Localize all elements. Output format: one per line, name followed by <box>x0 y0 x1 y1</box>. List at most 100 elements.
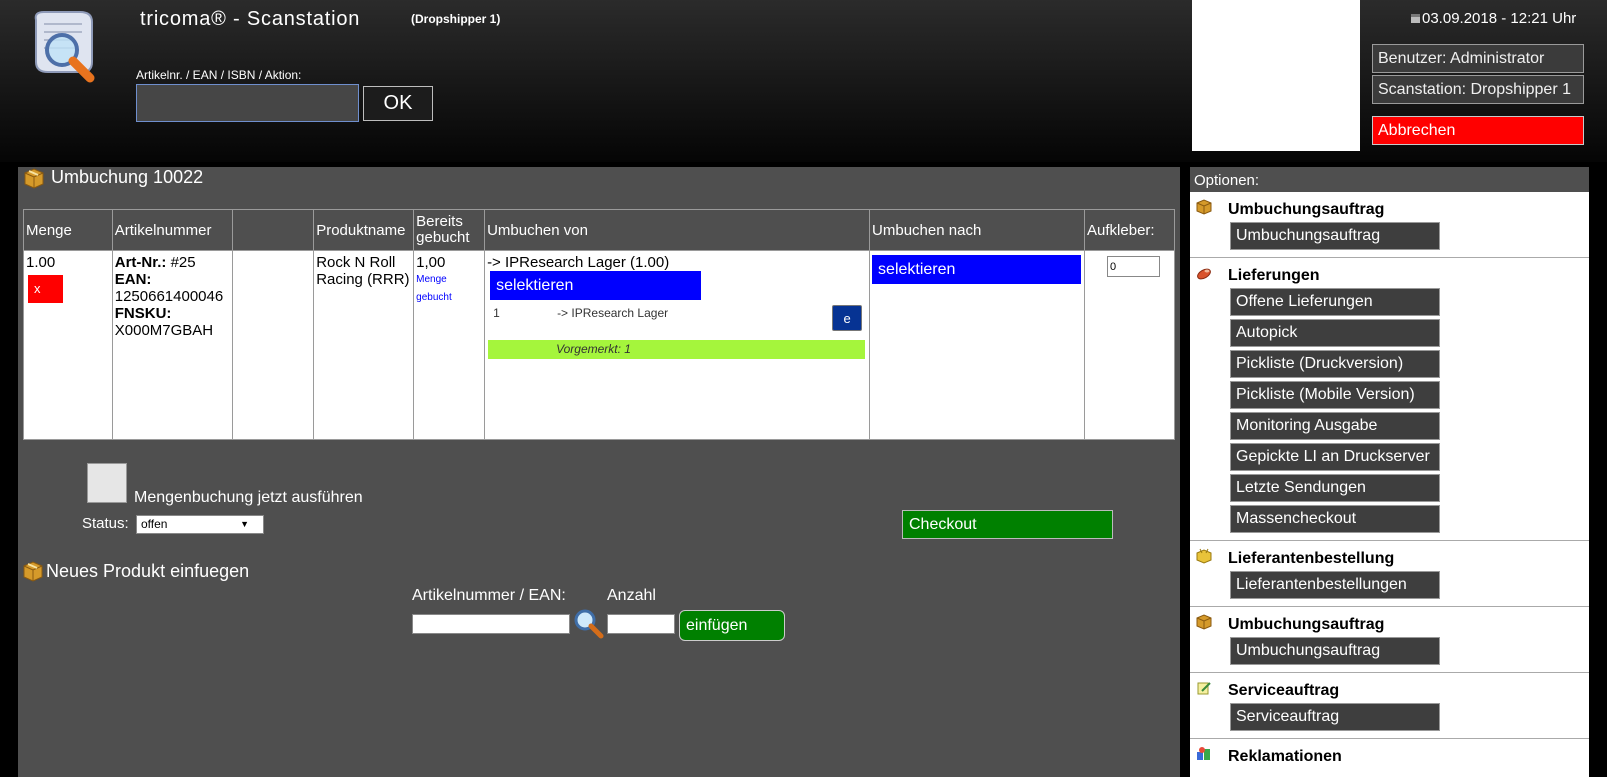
qty-input[interactable] <box>607 614 675 634</box>
option-monitoring[interactable]: Monitoring Ausgabe <box>1230 412 1440 440</box>
booking-title: Umbuchung 10022 <box>51 167 204 187</box>
delivery-icon <box>1197 268 1211 280</box>
new-product-title: Neues Produkt einfuegen <box>46 561 250 581</box>
scanstation-logo-icon <box>34 11 95 83</box>
options-section-service: Serviceauftrag Serviceauftrag <box>1190 673 1589 739</box>
search-icon[interactable] <box>572 607 604 639</box>
cell-qty: 1.00 x <box>23 250 113 440</box>
source-location: -> IPResearch Lager <box>557 306 669 320</box>
art-nr-label: Art-Nr.: <box>114 254 167 271</box>
cell-booked: 1,00 Menge gebucht <box>413 250 486 440</box>
option-picklist-print[interactable]: Pickliste (Druckversion) <box>1230 350 1440 378</box>
cell-sticker <box>1084 250 1175 440</box>
qty-input-label: Anzahl <box>607 587 656 604</box>
options-section-umbuchung: Umbuchungsauftrag Umbuchungsauftrag <box>1190 192 1589 258</box>
col-header-qty: Menge <box>23 209 113 251</box>
cell-article: Art-Nr.: #25 EAN: 1250661400046 FNSKU: X… <box>111 250 233 440</box>
options-sidebar: Optionen: Umbuchungsauftrag Umbuchungsau… <box>1190 167 1589 777</box>
col-header-sticker: Aufkleber: <box>1084 209 1175 251</box>
source-row: 1 -> IPResearch Lager e <box>487 305 867 340</box>
datetime-display: 03.09.2018 - 12:21 Uhr <box>1411 10 1576 27</box>
booked-value: 1,00 <box>416 254 446 271</box>
ean-label: EAN: <box>114 271 152 288</box>
header-bar: tricoma® - Scanstation (Dropshipper 1) A… <box>0 0 1607 162</box>
option-picklist-mobile[interactable]: Pickliste (Mobile Version) <box>1230 381 1440 409</box>
section-title: Umbuchungsauftrag <box>1228 201 1385 218</box>
options-header: Optionen: <box>1190 167 1589 192</box>
col-header-to: Umbuchen nach <box>869 209 1086 251</box>
section-title: Lieferantenbestellung <box>1228 550 1395 567</box>
art-nr-value: #25 <box>170 254 196 271</box>
options-section-reklamationen: Reklamationen <box>1190 739 1589 773</box>
cell-from: -> IPResearch Lager (1.00) selektieren 1… <box>484 250 871 440</box>
scan-input[interactable] <box>136 84 359 122</box>
cancel-button[interactable]: Abbrechen <box>1372 116 1584 145</box>
section-title: Umbuchungsauftrag <box>1228 616 1385 633</box>
article-input[interactable] <box>412 614 570 634</box>
ean-value: 1250661400046 <box>114 288 224 305</box>
fnsku-value: X000M7GBAH <box>114 322 214 339</box>
col-header-from: Umbuchen von <box>484 209 871 251</box>
select-to-button[interactable]: selektieren <box>872 255 1082 284</box>
package-icon <box>1196 199 1212 215</box>
section-title: Lieferungen <box>1228 267 1320 284</box>
delete-row-button[interactable]: x <box>28 275 63 303</box>
sticker-input[interactable] <box>1107 256 1161 277</box>
scan-input-label: Artikelnr. / EAN / ISBN / Aktion: <box>136 68 302 82</box>
station-info: Scanstation: Dropshipper 1 <box>1372 75 1584 104</box>
package-icon <box>23 561 43 582</box>
cell-to: selektieren <box>869 250 1086 440</box>
option-umbuchungsauftrag[interactable]: Umbuchungsauftrag <box>1230 222 1440 250</box>
options-section-lieferungen: Lieferungen Offene Lieferungen Autopick … <box>1190 258 1589 541</box>
supplier-order-icon <box>1196 548 1212 564</box>
ok-button[interactable]: OK <box>363 86 433 121</box>
qty-value: 1.00 <box>26 254 56 271</box>
insert-button[interactable]: einfügen <box>679 610 785 641</box>
edit-source-button[interactable]: e <box>832 305 863 331</box>
option-last-shipments[interactable]: Letzte Sendungen <box>1230 474 1440 502</box>
option-supplier-orders[interactable]: Lieferantenbestellungen <box>1230 571 1440 599</box>
chevron-down-icon: ▼ <box>240 519 249 529</box>
booked-note: Menge gebucht <box>416 274 452 303</box>
options-section-lieferantenbestellung: Lieferantenbestellung Lieferantenbestell… <box>1190 541 1589 607</box>
section-title: Serviceauftrag <box>1228 682 1340 699</box>
complaints-icon <box>1197 747 1210 760</box>
option-serviceauftrag[interactable]: Serviceauftrag <box>1230 703 1440 731</box>
preview-image-area <box>1192 0 1360 151</box>
col-header-article: Artikelnummer <box>111 209 233 251</box>
calendar-icon <box>1411 14 1420 23</box>
status-value: offen <box>141 517 168 531</box>
app-subtitle: (Dropshipper 1) <box>411 12 501 26</box>
col-header-product: Produktname <box>313 209 415 251</box>
table-row: 1.00 x Art-Nr.: #25 EAN: 1250661400046 F… <box>23 250 1175 440</box>
user-info: Benutzer: Administrator <box>1372 44 1584 73</box>
checkout-button[interactable]: Checkout <box>902 510 1113 539</box>
app-title: tricoma® - Scanstation <box>140 8 361 30</box>
option-picked-to-printserver[interactable]: Gepickte LI an Druckserver <box>1230 443 1440 471</box>
fnsku-label: FNSKU: <box>114 305 172 322</box>
cell-empty <box>231 250 315 440</box>
booking-table: Menge Artikelnummer Produktname Bereits g… <box>23 209 1175 440</box>
article-input-label: Artikelnummer / EAN: <box>412 587 566 604</box>
status-select[interactable]: offen ▼ <box>136 515 264 534</box>
section-title: Reklamationen <box>1228 748 1342 765</box>
booking-now-checkbox[interactable] <box>87 463 127 503</box>
option-umbuchungsauftrag-2[interactable]: Umbuchungsauftrag <box>1230 637 1440 665</box>
option-open-deliveries[interactable]: Offene Lieferungen <box>1230 288 1440 316</box>
reserved-badge: Vorgemerkt: 1 <box>488 340 866 359</box>
select-from-button[interactable]: selektieren <box>490 271 702 300</box>
datetime-text: 03.09.2018 - 12:21 Uhr <box>1422 10 1577 27</box>
option-mass-checkout[interactable]: Massencheckout <box>1230 505 1440 533</box>
option-autopick[interactable]: Autopick <box>1230 319 1440 347</box>
package-icon <box>1196 614 1212 630</box>
options-section-umbuchung-2: Umbuchungsauftrag Umbuchungsauftrag <box>1190 607 1589 673</box>
package-icon <box>24 168 44 189</box>
col-header-empty <box>231 209 315 251</box>
service-note-icon <box>1197 682 1211 695</box>
booking-now-label: Mengenbuchung jetzt ausführen <box>134 489 363 506</box>
cell-product-name: Rock N Roll Racing (RRR) <box>313 250 415 440</box>
col-header-booked: Bereits gebucht <box>413 209 486 251</box>
table-header-row: Menge Artikelnummer Produktname Bereits g… <box>23 209 1175 251</box>
status-label: Status: <box>82 515 129 532</box>
source-qty: 1 <box>493 306 500 320</box>
